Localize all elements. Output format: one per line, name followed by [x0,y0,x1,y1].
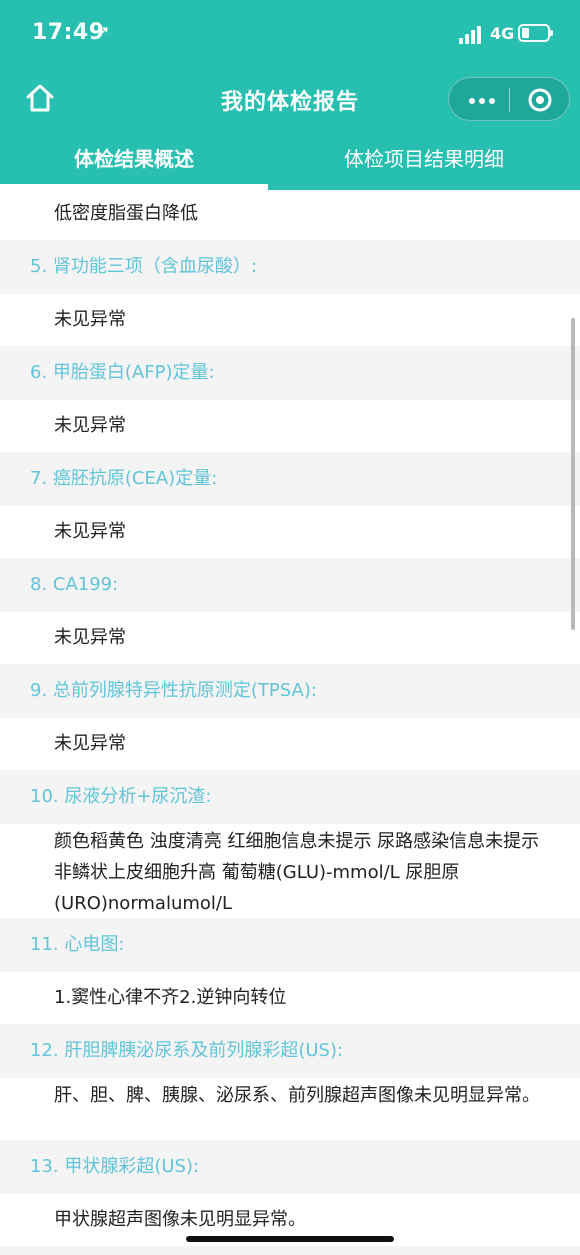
result-value: 未见异常 [0,506,580,558]
home-indicator[interactable] [186,1236,394,1242]
capsule-divider [509,88,510,112]
signal-icon [459,26,483,44]
app-header: 17:49 ➚ 4G 我的体检报告 体检结果概述 体检项目结果明细 [0,0,580,190]
more-dots-icon[interactable] [469,98,495,104]
results-list[interactable]: 低密度脂蛋白降低 5. 肾功能三项（含血尿酸）: 未见异常 6. 甲胎蛋白(AF… [0,190,580,1255]
result-value: 未见异常 [0,400,580,452]
target-circle-icon[interactable] [527,87,553,113]
tab-result-summary[interactable]: 体检结果概述 [0,130,268,190]
scrollbar[interactable] [571,318,575,630]
section-title: 8. CA199: [0,558,580,612]
location-arrow-icon: ➚ [96,22,111,42]
tab-item-details[interactable]: 体检项目结果明细 [268,130,580,190]
result-value: 未见异常 [0,612,580,664]
section-title: 9. 总前列腺特异性抗原测定(TPSA): [0,664,580,718]
section-title: 7. 癌胚抗原(CEA)定量: [0,452,580,506]
status-bar: 17:49 ➚ 4G [0,0,580,70]
result-value: 低密度脂蛋白降低 [0,190,580,240]
status-time: 17:49 [32,20,105,45]
result-value: 未见异常 [0,294,580,346]
section-title: 6. 甲胎蛋白(AFP)定量: [0,346,580,400]
section-title: 10. 尿液分析+尿沉渣: [0,770,580,824]
result-value: 颜色稻黄色 浊度清亮 红细胞信息未提示 尿路感染信息未提示 非鳞状上皮细胞升高 … [0,824,580,918]
network-type: 4G [490,24,515,43]
mini-program-capsule [448,77,570,121]
section-title: 11. 心电图: [0,918,580,972]
nav-bar: 我的体检报告 [0,70,580,130]
result-value: 肝、胆、脾、胰腺、泌尿系、前列腺超声图像未见明显异常。 [0,1078,580,1140]
battery-icon [518,24,553,42]
result-value: 1.窦性心律不齐2.逆钟向转位 [0,972,580,1024]
section-title: 13. 甲状腺彩超(US): [0,1140,580,1194]
tab-bar: 体检结果概述 体检项目结果明细 [0,130,580,190]
section-title: 12. 肝胆脾胰泌尿系及前列腺彩超(US): [0,1024,580,1078]
section-title: 5. 肾功能三项（含血尿酸）: [0,240,580,294]
result-value: 未见异常 [0,718,580,770]
